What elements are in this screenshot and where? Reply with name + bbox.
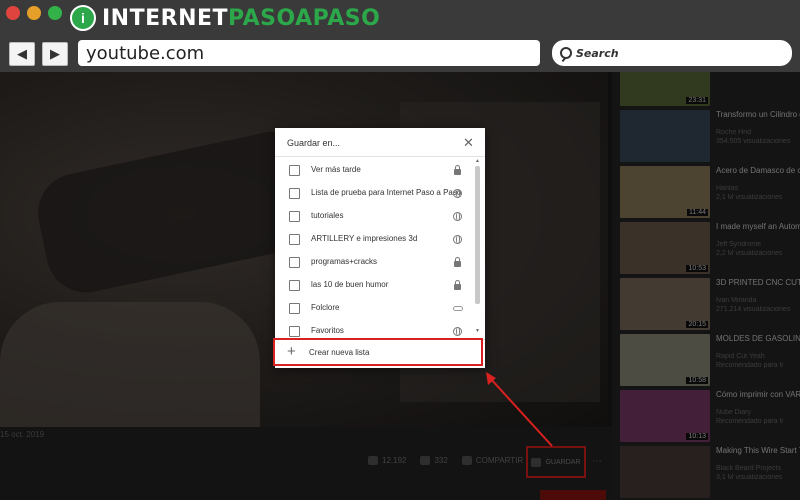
globe-icon-glyph bbox=[453, 235, 462, 244]
dialog-title: Guardar en... bbox=[287, 138, 341, 148]
title-bar: i INTERNETPASOAPASO bbox=[0, 0, 800, 36]
close-icon: ✕ bbox=[463, 135, 474, 150]
playlist-list: Ver más tarde Lista de prueba para Intern… bbox=[275, 160, 485, 338]
browser-nav-bar: ◀ ▶ youtube.com Search bbox=[0, 36, 800, 72]
arrow-right-icon: ▶ bbox=[50, 46, 60, 61]
search-placeholder: Search bbox=[576, 46, 619, 60]
maximize-window-button[interactable] bbox=[48, 6, 62, 20]
browser-search-field[interactable]: Search bbox=[552, 40, 792, 66]
minimize-window-button[interactable] bbox=[27, 6, 41, 20]
address-text: youtube.com bbox=[86, 42, 205, 64]
link-icon-glyph bbox=[453, 306, 463, 311]
playlist-checkbox[interactable] bbox=[289, 257, 300, 268]
back-button[interactable]: ◀ bbox=[9, 42, 35, 66]
globe-icon bbox=[453, 189, 462, 198]
globe-icon bbox=[453, 212, 462, 221]
globe-icon bbox=[453, 327, 462, 336]
playlist-item[interactable]: Ver más tarde bbox=[275, 160, 475, 182]
lock-icon-glyph bbox=[454, 165, 461, 175]
globe-icon bbox=[453, 235, 462, 244]
playlist-name: ARTILLERY e impresiones 3d bbox=[311, 234, 418, 243]
playlist-item[interactable]: las 10 de buen humor bbox=[275, 275, 475, 297]
screenshot-root: i INTERNETPASOAPASO ◀ ▶ youtube.com Sear… bbox=[0, 0, 800, 500]
scroll-down-icon[interactable]: ▼ bbox=[475, 328, 480, 334]
playlist-name: Favoritos bbox=[311, 326, 344, 335]
link-icon bbox=[453, 304, 463, 313]
playlist-item[interactable]: Lista de prueba para Internet Paso a Pas… bbox=[275, 183, 475, 205]
playlist-checkbox[interactable] bbox=[289, 211, 300, 222]
scrollbar-thumb[interactable] bbox=[475, 166, 480, 304]
brand-text-part2: PASOAPASO bbox=[228, 5, 381, 31]
create-new-list-button[interactable]: + Crear nueva lista bbox=[273, 338, 483, 366]
lock-icon-glyph bbox=[454, 280, 461, 290]
playlist-checkbox[interactable] bbox=[289, 234, 300, 245]
brand-wordmark: INTERNETPASOAPASO bbox=[102, 6, 380, 31]
globe-icon-glyph bbox=[453, 212, 462, 221]
close-button[interactable]: ✕ bbox=[463, 135, 474, 151]
brand-logo-icon: i bbox=[70, 5, 96, 31]
playlist-item[interactable]: Folclore bbox=[275, 298, 475, 320]
globe-icon-glyph bbox=[453, 327, 462, 336]
forward-button[interactable]: ▶ bbox=[42, 42, 68, 66]
divider bbox=[275, 156, 485, 157]
playlist-name: Folclore bbox=[311, 303, 340, 312]
playlist-name: las 10 de buen humor bbox=[311, 280, 389, 289]
address-bar[interactable]: youtube.com bbox=[78, 40, 540, 66]
lock-icon bbox=[453, 257, 462, 267]
playlist-item[interactable]: programas+cracks bbox=[275, 252, 475, 274]
playlist-name: tutoriales bbox=[311, 211, 344, 220]
playlist-checkbox[interactable] bbox=[289, 280, 300, 291]
brand-logo: i INTERNETPASOAPASO bbox=[70, 4, 380, 32]
lock-icon bbox=[453, 165, 462, 175]
plus-icon: + bbox=[287, 343, 296, 360]
playlist-checkbox[interactable] bbox=[289, 165, 300, 176]
playlist-checkbox[interactable] bbox=[289, 326, 300, 337]
playlist-checkbox[interactable] bbox=[289, 188, 300, 199]
scrollbar[interactable]: ▲ ▼ bbox=[475, 158, 480, 334]
search-icon bbox=[560, 47, 572, 59]
playlist-name: Lista de prueba para Internet Paso a Pas… bbox=[311, 188, 462, 197]
playlist-item[interactable]: tutoriales bbox=[275, 206, 475, 228]
arrow-left-icon: ◀ bbox=[17, 46, 27, 61]
playlist-item[interactable]: ARTILLERY e impresiones 3d bbox=[275, 229, 475, 251]
brand-text-part1: INTERNET bbox=[102, 5, 229, 31]
playlist-name: programas+cracks bbox=[311, 257, 378, 266]
globe-icon-glyph bbox=[453, 189, 462, 198]
close-window-button[interactable] bbox=[6, 6, 20, 20]
playlist-name: Ver más tarde bbox=[311, 165, 361, 174]
playlist-checkbox[interactable] bbox=[289, 303, 300, 314]
scroll-up-icon[interactable]: ▲ bbox=[475, 158, 480, 164]
lock-icon-glyph bbox=[454, 257, 461, 267]
save-to-playlist-dialog: Guardar en... ✕ Ver más tarde Lista de pr… bbox=[275, 128, 485, 368]
lock-icon bbox=[453, 280, 462, 290]
create-new-list-label: Crear nueva lista bbox=[309, 348, 370, 357]
